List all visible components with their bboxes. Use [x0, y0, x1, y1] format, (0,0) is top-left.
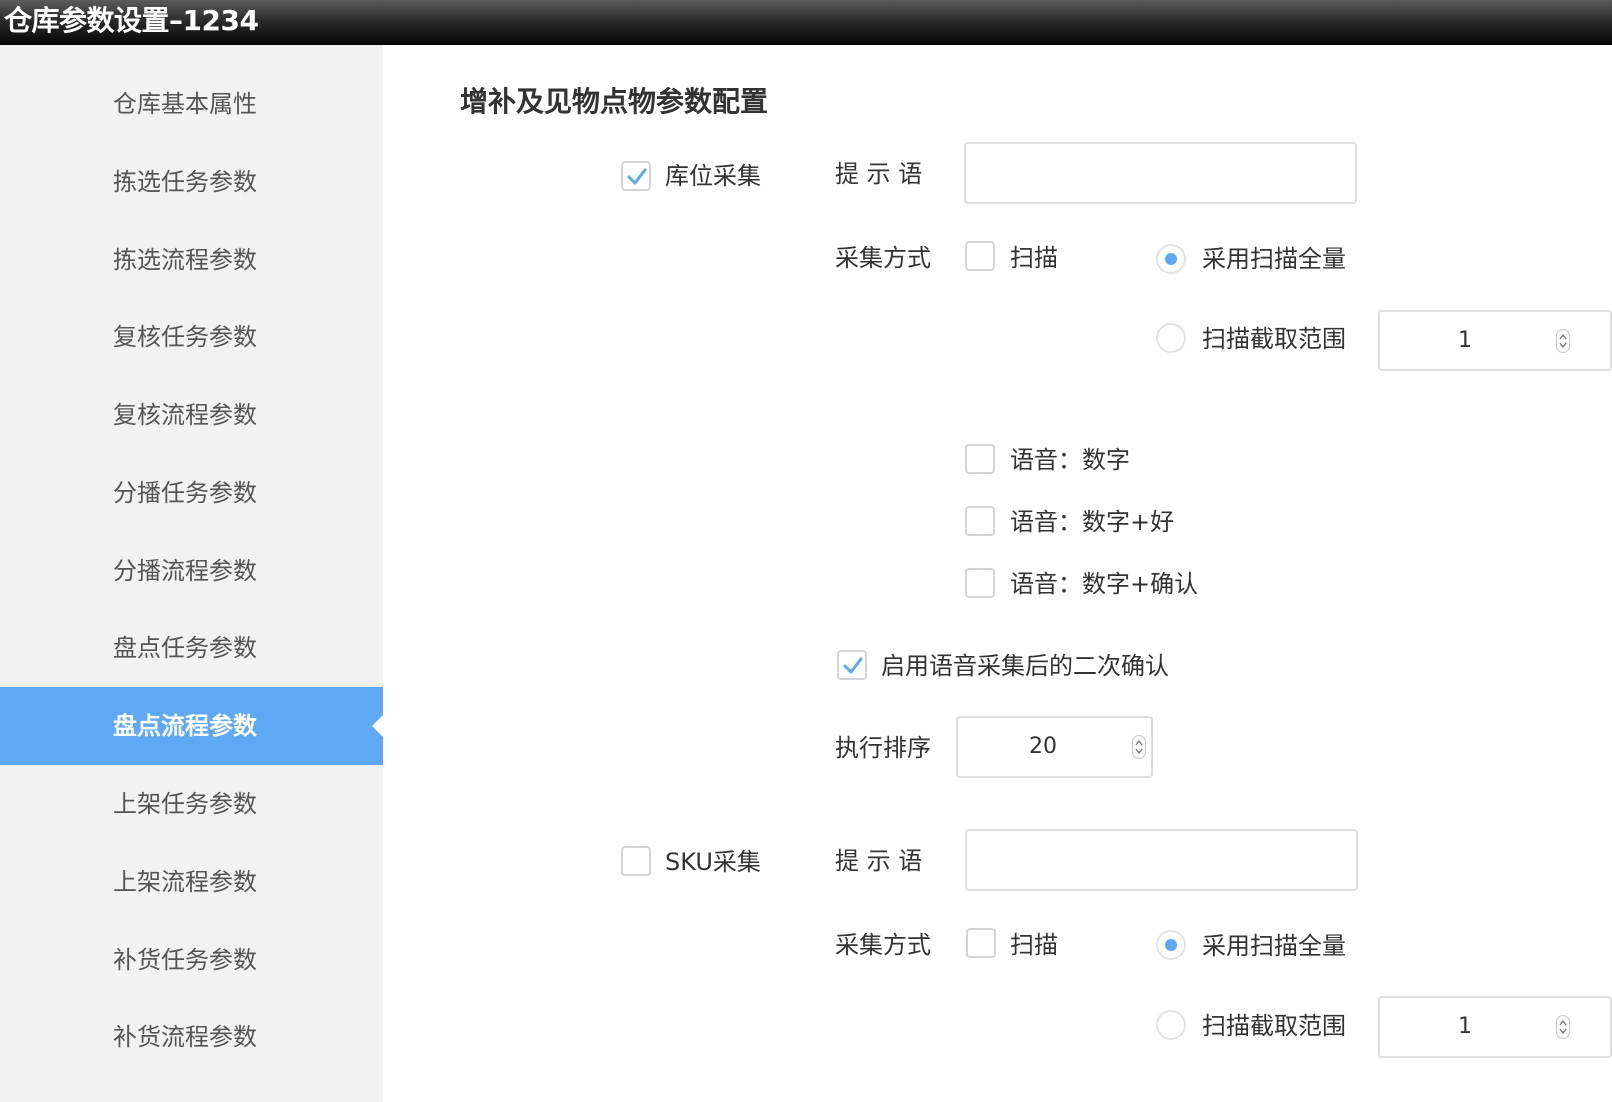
sku-prompt-label: 提 示 语: [835, 847, 923, 875]
location-prompt-label: 提 示 语: [835, 160, 923, 188]
sidebar-item-picking-task[interactable]: 拣选任务参数: [0, 143, 383, 221]
location-scan-label: 扫描: [1010, 244, 1058, 272]
voice-number-confirm-label: 语音：数字+确认: [1010, 570, 1199, 598]
sidebar-item-inventory-task[interactable]: 盘点任务参数: [0, 609, 383, 687]
sku-range-scan-radio[interactable]: [1156, 1010, 1186, 1040]
sku-method-label: 采集方式: [835, 931, 931, 959]
sku-full-scan-radio[interactable]: [1156, 930, 1186, 960]
spinner-arrows-icon: [1559, 333, 1567, 348]
sidebar-item-label: 盘点流程参数: [113, 712, 257, 740]
sidebar-nav: 仓库基本属性 拣选任务参数 拣选流程参数 复核任务参数 复核流程参数 分播任务参…: [0, 45, 383, 1102]
check-icon: [627, 168, 647, 185]
sidebar-item-replenish-task[interactable]: 补货任务参数: [0, 921, 383, 999]
order-value: 20: [1029, 734, 1057, 759]
sku-range-stepper[interactable]: 1: [1378, 996, 1612, 1058]
voice-number-good-label: 语音：数字+好: [1010, 508, 1175, 536]
sidebar-item-review-task[interactable]: 复核任务参数: [0, 298, 383, 376]
order-label: 执行排序: [835, 734, 931, 762]
location-collect-checkbox[interactable]: [621, 161, 651, 191]
location-method-label: 采集方式: [835, 244, 931, 272]
sku-full-scan-label: 采用扫描全量: [1202, 932, 1346, 960]
location-collect-label: 库位采集: [665, 162, 761, 190]
order-stepper[interactable]: 20: [956, 716, 1153, 778]
sidebar-item-warehouse-basic[interactable]: 仓库基本属性: [0, 65, 383, 143]
sku-collect-checkbox[interactable]: [621, 846, 651, 876]
sidebar-item-picking-flow[interactable]: 拣选流程参数: [0, 221, 383, 299]
sku-scan-label: 扫描: [1010, 931, 1058, 959]
sidebar-item-inventory-flow[interactable]: 盘点流程参数: [0, 687, 383, 765]
sidebar-item-replenish-flow[interactable]: 补货流程参数: [0, 998, 383, 1076]
sidebar-item-putaway-task[interactable]: 上架任务参数: [0, 765, 383, 843]
location-full-scan-radio[interactable]: [1156, 244, 1186, 274]
location-range-scan-label: 扫描截取范围: [1202, 325, 1346, 353]
voice-number-good-checkbox[interactable]: [965, 506, 995, 536]
spinner-arrows-icon: [1559, 1019, 1567, 1035]
section-title: 增补及见物点物参数配置: [460, 85, 769, 118]
voice-number-confirm-checkbox[interactable]: [965, 568, 995, 598]
location-full-scan-label: 采用扫描全量: [1202, 245, 1346, 273]
sidebar-item-sorting-flow[interactable]: 分播流程参数: [0, 532, 383, 610]
location-range-spinner[interactable]: [1556, 328, 1570, 353]
sku-range-spinner[interactable]: [1556, 1015, 1570, 1039]
sku-prompt-input[interactable]: [965, 829, 1358, 891]
sidebar-item-sorting-task[interactable]: 分播任务参数: [0, 454, 383, 532]
window-title: 仓库参数设置–1234: [0, 0, 1612, 45]
sku-range-scan-label: 扫描截取范围: [1202, 1012, 1346, 1040]
location-range-stepper[interactable]: 1: [1378, 310, 1612, 371]
second-confirm-label: 启用语音采集后的二次确认: [881, 652, 1169, 680]
spinner-arrows-icon: [1135, 739, 1143, 755]
voice-number-label: 语音：数字: [1010, 446, 1130, 474]
active-caret-icon: [372, 715, 383, 737]
check-icon: [843, 657, 863, 674]
sku-scan-checkbox[interactable]: [966, 928, 996, 958]
main-panel: 增补及见物点物参数配置 库位采集 提 示 语 采集方式 扫描 采用扫描全量 扫描…: [383, 45, 1612, 1102]
location-range-scan-radio[interactable]: [1156, 323, 1186, 353]
sidebar-item-review-flow[interactable]: 复核流程参数: [0, 376, 383, 454]
location-range-value: 1: [1458, 328, 1472, 353]
order-spinner[interactable]: [1132, 735, 1146, 759]
second-confirm-checkbox[interactable]: [837, 650, 867, 680]
sku-range-value: 1: [1458, 1014, 1472, 1039]
sidebar-item-putaway-flow[interactable]: 上架流程参数: [0, 843, 383, 921]
voice-number-checkbox[interactable]: [965, 444, 995, 474]
location-scan-checkbox[interactable]: [965, 241, 995, 271]
sku-collect-label: SKU采集: [665, 848, 761, 876]
location-prompt-input[interactable]: [964, 142, 1357, 204]
